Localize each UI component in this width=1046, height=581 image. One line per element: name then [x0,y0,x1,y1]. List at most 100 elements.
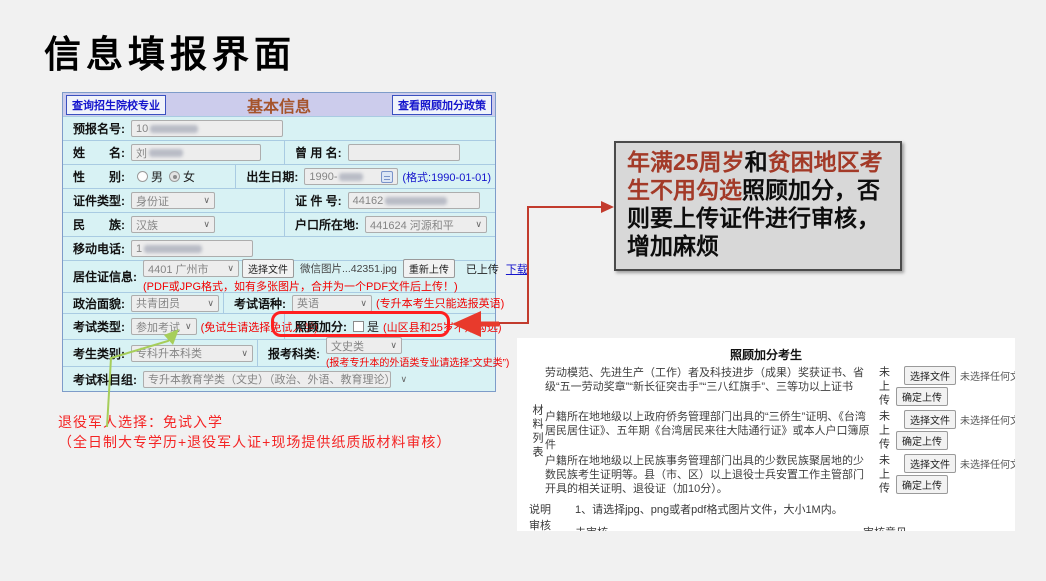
row-gender-birth: 性 别: 男 女 出生日期: 1990- (格式:1990-01-01) [63,165,495,189]
birth-date-input[interactable]: 1990- [304,168,398,185]
material-text: 劳动模范、先进生产（工作）者及科技进步（成果）奖获证书、省级“五一劳动奖章”“新… [545,366,873,394]
exam-language-note: (专升本考生只能选报英语) [376,295,504,311]
row-name: 姓 名: 刘 曾 用 名: [63,141,495,165]
view-policy-button[interactable]: 查看照顾加分政策 [392,95,492,115]
callout-seg-darkred-1: 年满25周岁 [627,149,745,175]
bonus-checkbox[interactable] [353,321,364,332]
former-name-input[interactable] [348,144,460,161]
residence-city-select[interactable]: 4401 广州市 [143,260,239,277]
redacted-blur [144,245,202,253]
birth-date-label: 出生日期: [246,168,298,185]
confirm-upload-button[interactable]: 确定上传 [896,431,948,450]
residence-label: 居住证信息: [73,268,137,285]
material-row-3: 户籍所在地地级以上民族事务管理部门出具的少数民族聚居地的少数民族考生证明等。县（… [545,454,1015,496]
subject-group-select[interactable]: 专升本教育学类（文史）（政治、外语、教育理论） [143,371,391,388]
residence-uploaded-status: 已上传 [466,261,499,277]
choose-file-button[interactable]: 选择文件 [904,366,956,385]
callout-note: 年满25周岁和贫困地区考生不用勾选照顾加分，否则要上传证件进行审核，增加麻烦 [614,141,902,271]
bonus-panel-title: 照顾加分考生 [517,338,1015,363]
id-type-select[interactable]: 身份证 [131,192,215,209]
confirm-upload-button[interactable]: 确定上传 [896,387,948,406]
no-file-text: 未选择任何文件 [960,412,1015,427]
subject-group-label: 考试科目组: [73,371,137,388]
exam-type-label: 考试类型: [73,318,125,335]
id-no-label: 证 件 号: [295,192,342,209]
candidate-category-label: 考生类别: [73,345,125,362]
upload-status: 未上传 [876,410,892,452]
query-colleges-button[interactable]: 查询招生院校专业 [66,95,166,115]
row-political-language: 政治面貌: 共青团员 考试语种: 英语 (专升本考生只能选报英语) [63,293,495,314]
mobile-input[interactable]: 1 [131,240,253,257]
pre-reg-no-input[interactable]: 10 [131,120,283,137]
note-text: 1、请选择jpg、png或者pdf格式图片文件，大小1M内。 [575,501,843,517]
material-text: 户籍所在地地级以上政府侨务管理部门出具的“三侨生”证明、《台湾居民居住证》、五年… [545,410,873,452]
gender-label: 性 别: [73,168,125,185]
bonus-checkbox-text: 是 [367,318,379,335]
choose-file-button[interactable]: 选择文件 [904,454,956,473]
page: { "page": { "title": "信息填报界面" }, "colors… [0,0,1046,581]
birth-date-format-note: (格式:1990-01-01) [402,169,491,185]
household-select[interactable]: 441624 河源和平 [365,216,487,233]
no-file-text: 未选择任何文件 [960,368,1015,383]
row-ethnic-household: 民 族: 汉族 户口所在地: 441624 河源和平 [63,213,495,237]
id-no-input[interactable]: 44162 [348,192,480,209]
choose-file-button[interactable]: 选择文件 [904,410,956,429]
exam-language-label: 考试语种: [234,295,286,312]
gender-male-radio[interactable] [137,171,148,182]
row-id: 证件类型: 身份证 证 件 号: 44162 [63,189,495,213]
residence-file-name: 微信图片...42351.jpg [300,261,397,276]
basic-info-form: 查询招生院校专业 基本信息 查看照顾加分政策 预报名号: 10 姓 名: 刘 曾… [62,92,496,392]
political-label: 政治面貌: [73,295,125,312]
material-row-1: 劳动模范、先进生产（工作）者及科技进步（成果）奖获证书、省级“五一劳动奖章”“新… [545,366,1015,408]
material-row-2: 户籍所在地地级以上政府侨务管理部门出具的“三侨生”证明、《台湾居民居住证》、五年… [545,410,1015,452]
name-input[interactable]: 刘 [131,144,261,161]
redacted-blur [339,173,363,181]
exam-language-select[interactable]: 英语 [292,295,372,312]
veteran-note: 退役军人选择：免试入学 （全日制大专学历+退役军人证+现场提供纸质版材料审核） [58,412,451,452]
note-label: 说明 [529,501,553,517]
residence-note: (PDF或JPG格式，如有多张图片，合并为一个PDF文件后上传！) [143,278,528,294]
audit-opinion-label: 审核意见 [863,524,907,531]
residence-reupload-button[interactable]: 重新上传 [403,259,455,278]
household-label: 户口所在地: [295,216,359,233]
form-title: 基本信息 [166,93,392,117]
gender-female-radio[interactable] [169,171,180,182]
id-type-label: 证件类型: [73,192,125,209]
arrow-to-callout-icon [601,201,614,213]
bonus-label: 照顾加分: [295,318,347,335]
ethnicity-label: 民 族: [73,216,125,233]
veteran-note-line1: 退役军人选择：免试入学 [58,412,451,432]
audit-status-value: 未审核 [575,524,608,531]
material-list-label: 材料列表 [529,404,545,460]
row-categories: 考生类别: 专科升本科类 报考科类: 文史类 (报考专升本的外语类专业请选择“文… [63,340,495,367]
redacted-blur [150,125,198,133]
veteran-note-line2: （全日制大专学历+退役军人证+现场提供纸质版材料审核） [58,432,451,452]
former-name-label: 曾 用 名: [295,144,342,161]
bonus-note: (山区县和25岁不用勾选) [383,319,502,335]
apply-category-label: 报考科类: [268,345,320,362]
bonus-materials-panel: 照顾加分考生 材料列表 劳动模范、先进生产（工作）者及科技进步（成果）奖获证书、… [517,338,1015,531]
upload-status: 未上传 [876,366,892,408]
upload-status: 未上传 [876,454,892,496]
row-residence: 居住证信息: 4401 广州市 选择文件 微信图片...42351.jpg 重新… [63,261,495,293]
redacted-blur [385,197,447,205]
audit-status-label: 审核状态 [529,520,555,531]
ethnicity-select[interactable]: 汉族 [131,216,215,233]
apply-category-select[interactable]: 文史类 [326,337,402,354]
residence-download-link[interactable]: 下载 [506,261,528,277]
confirm-upload-button[interactable]: 确定上传 [896,475,948,494]
redacted-blur [149,149,183,157]
audit-row: 审核状态 未审核 审核意见 [517,517,1015,531]
row-mobile: 移动电话: 1 [63,237,495,261]
gender-female-text: 女 [183,168,195,185]
gender-male-text: 男 [151,168,163,185]
row-subject-group: 考试科目组: 专升本教育学类（文史）（政治、外语、教育理论） [63,367,495,391]
political-select[interactable]: 共青团员 [131,295,219,312]
row-pre-reg-no: 预报名号: 10 [63,117,495,141]
candidate-category-select[interactable]: 专科升本科类 [131,345,253,362]
mobile-label: 移动电话: [73,240,125,257]
exam-type-select[interactable]: 参加考试 [131,318,197,335]
residence-choose-file-button[interactable]: 选择文件 [242,259,294,278]
calendar-icon[interactable] [381,171,393,183]
page-title: 信息填报界面 [44,24,296,78]
